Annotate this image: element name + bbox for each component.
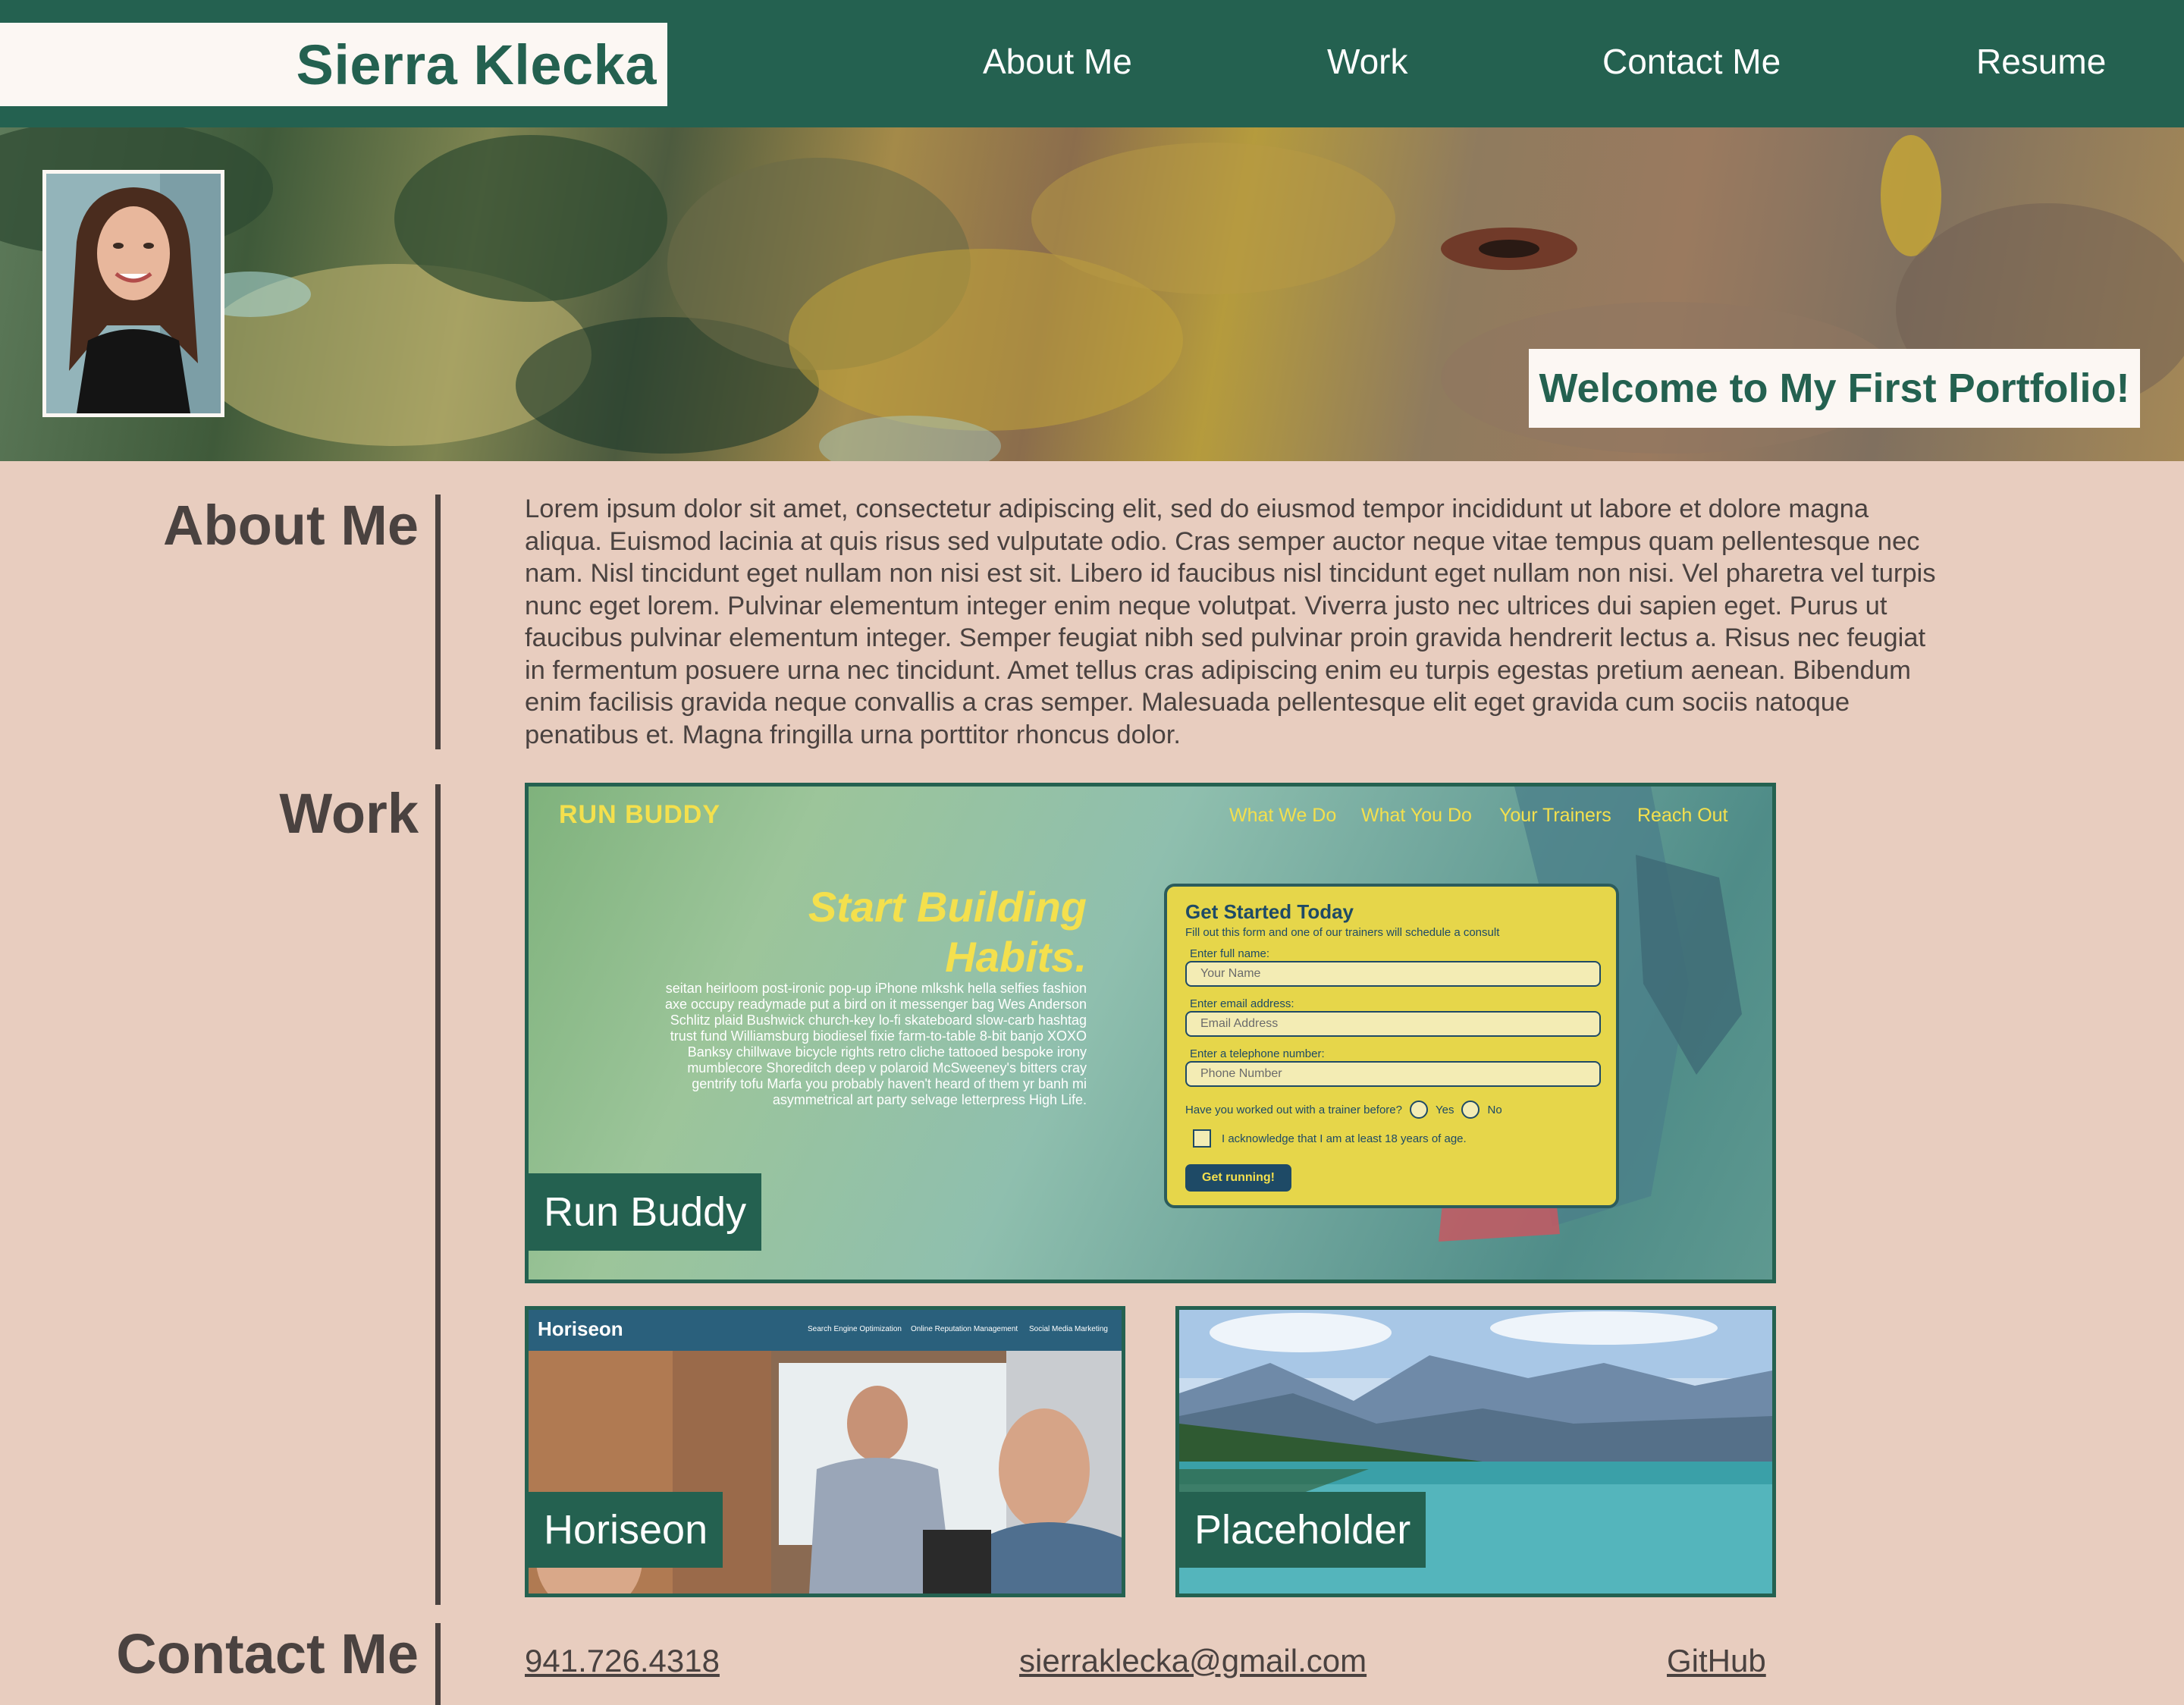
work-heading: Work (279, 782, 419, 845)
nav-resume[interactable]: Resume (1976, 41, 2106, 82)
contact-github-link[interactable]: GitHub (1667, 1643, 1766, 1679)
nav-about-me[interactable]: About Me (983, 41, 1132, 82)
welcome-banner: Welcome to My First Portfolio! (1529, 349, 2140, 428)
project-card-placeholder[interactable]: Placeholder (1175, 1306, 1776, 1597)
run-buddy-phone-input: Phone Number (1185, 1061, 1601, 1087)
about-paragraph: Lorem ipsum dolor sit amet, consectetur … (525, 495, 1936, 749)
project-label-horiseon: Horiseon (529, 1492, 723, 1568)
run-buddy-headline-line-2: Habits. (945, 933, 1087, 981)
welcome-text: Welcome to My First Portfolio! (1539, 366, 2130, 411)
run-buddy-nav-what-we-do: What We Do (1229, 805, 1337, 826)
horiseon-logo: Horiseon (538, 1317, 623, 1340)
run-buddy-no-radio (1461, 1101, 1480, 1119)
profile-photo (42, 170, 224, 417)
nav-contact-me[interactable]: Contact Me (1602, 41, 1781, 82)
run-buddy-headline: Start Building Habits. (632, 882, 1087, 982)
project-card-run-buddy[interactable]: RUN BUDDY What We Do What You Do Your Tr… (525, 783, 1776, 1283)
about-divider (435, 495, 441, 749)
contact-email-link[interactable]: sierraklecka@gmail.com (1019, 1643, 1367, 1679)
run-buddy-nav-reach-out: Reach Out (1637, 805, 1728, 826)
run-buddy-logo: RUN BUDDY (559, 800, 720, 829)
run-buddy-nav-what-you-do: What You Do (1361, 805, 1472, 826)
contact-me-heading: Contact Me (116, 1622, 419, 1685)
run-buddy-body-text: seitan heirloom post-ironic pop-up iPhon… (665, 981, 1087, 1107)
horiseon-nav-seo: Search Engine Optimization (808, 1325, 902, 1333)
project-label-run-buddy: Run Buddy (529, 1173, 762, 1251)
contact-phone-link[interactable]: 941.726.4318 (525, 1643, 720, 1679)
run-buddy-yes-label: Yes (1436, 1103, 1454, 1116)
run-buddy-no-label: No (1487, 1103, 1502, 1116)
project-card-horiseon[interactable]: Horiseon Search Engine Optimization Onli… (525, 1306, 1125, 1597)
run-buddy-acknowledge-row: I acknowledge that I am at least 18 year… (1193, 1129, 1467, 1148)
run-buddy-yes-radio (1410, 1101, 1428, 1119)
about-me-heading: About Me (162, 494, 419, 557)
run-buddy-name-input: Your Name (1185, 961, 1601, 987)
project-label-placeholder: Placeholder (1179, 1492, 1426, 1568)
run-buddy-email-input: Email Address (1185, 1011, 1601, 1037)
run-buddy-trainer-question-text: Have you worked out with a trainer befor… (1185, 1103, 1402, 1116)
run-buddy-phone-label: Enter a telephone number: (1190, 1047, 1325, 1060)
run-buddy-name-label: Enter full name: (1190, 947, 1270, 960)
horiseon-nav-social: Social Media Marketing (1029, 1325, 1108, 1333)
run-buddy-form: Get Started Today Fill out this form and… (1164, 884, 1619, 1208)
run-buddy-form-title: Get Started Today (1185, 900, 1354, 923)
brand-box: Sierra Klecka (0, 23, 667, 106)
run-buddy-headline-line-1: Start Building (808, 883, 1087, 931)
run-buddy-submit-button: Get running! (1185, 1164, 1291, 1192)
work-divider (435, 784, 441, 1605)
run-buddy-acknowledge-text: I acknowledge that I am at least 18 year… (1222, 1132, 1467, 1145)
brand-name[interactable]: Sierra Klecka (296, 33, 657, 97)
run-buddy-form-subtitle: Fill out this form and one of our traine… (1185, 926, 1500, 939)
hero-banner: Welcome to My First Portfolio! (0, 127, 2184, 461)
run-buddy-email-label: Enter email address: (1190, 997, 1294, 1010)
run-buddy-acknowledge-checkbox (1193, 1129, 1211, 1148)
horiseon-nav-reputation: Online Reputation Management (911, 1325, 1018, 1333)
contact-divider (435, 1623, 441, 1705)
run-buddy-trainer-question: Have you worked out with a trainer befor… (1185, 1101, 1502, 1119)
run-buddy-nav-your-trainers: Your Trainers (1499, 805, 1611, 826)
site-header: Sierra Klecka About Me Work Contact Me R… (0, 0, 2184, 127)
nav-work[interactable]: Work (1327, 41, 1408, 82)
